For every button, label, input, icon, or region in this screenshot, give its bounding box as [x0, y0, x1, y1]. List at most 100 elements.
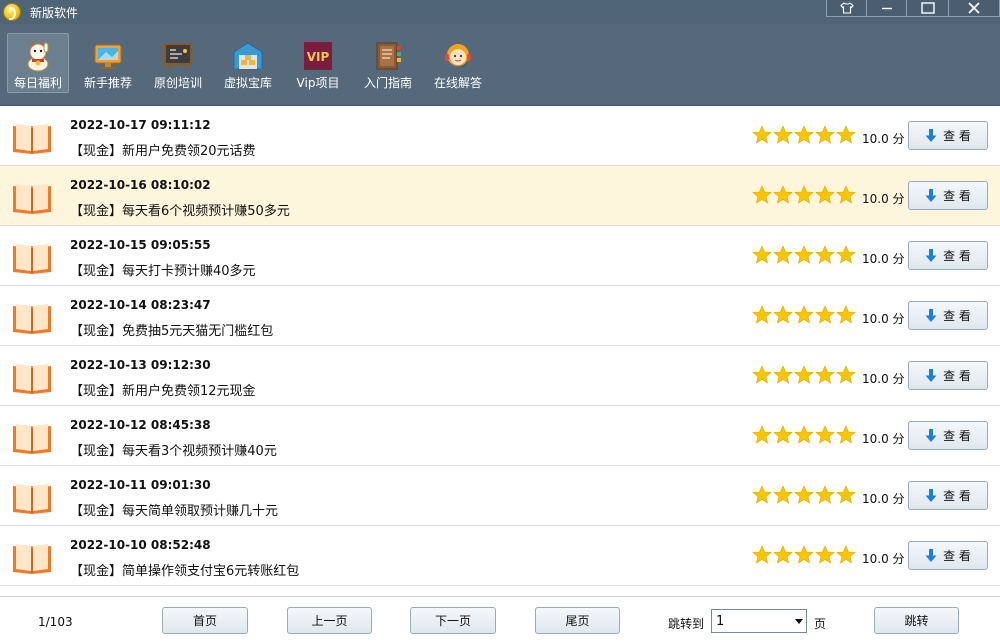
open-book-icon — [13, 424, 51, 454]
view-button-label: 查 看 — [943, 489, 971, 503]
first-page-button[interactable]: 首页 — [162, 607, 248, 634]
prev-page-button[interactable]: 上一页 — [287, 607, 372, 634]
item-score: 10.0 分 — [862, 252, 905, 266]
download-arrow-icon — [925, 128, 937, 142]
item-score: 10.0 分 — [862, 432, 905, 446]
star-icon — [794, 245, 814, 264]
page-unit-label: 页 — [814, 617, 827, 631]
view-button[interactable]: 查 看 — [908, 541, 988, 570]
rating-stars — [752, 485, 856, 507]
item-title: 【现金】简单操作领支付宝6元转账红包 — [70, 564, 300, 579]
star-icon — [752, 245, 772, 264]
download-arrow-icon — [925, 428, 937, 442]
toolbar-label: 原创培训 — [153, 76, 202, 90]
list-item[interactable]: 2022-10-16 08:10:02 【现金】每天看6个视频预计赚50多元 10.… — [0, 166, 1000, 226]
item-score: 10.0 分 — [862, 192, 905, 206]
maximize-icon — [920, 2, 935, 14]
view-button[interactable]: 查 看 — [908, 361, 988, 390]
tab-getting-started[interactable]: 入门指南 — [357, 34, 419, 92]
main-toolbar: 每日福利 新手推荐 原创培训 虚拟宝库 VIP Vip项目 入门指南 在线解答 — [0, 24, 1000, 106]
item-title: 【现金】免费抽5元天猫无门槛红包 — [70, 324, 274, 339]
star-icon — [836, 545, 856, 564]
open-book-icon — [13, 304, 51, 334]
star-icon — [815, 365, 835, 384]
shirt-icon — [839, 2, 854, 14]
star-icon — [836, 425, 856, 444]
tab-online-answers[interactable]: 在线解答 — [427, 34, 489, 92]
item-title: 【现金】每天简单领取预计赚几十元 — [70, 504, 279, 519]
star-icon — [794, 425, 814, 444]
view-button[interactable]: 查 看 — [908, 481, 988, 510]
star-icon — [752, 485, 772, 504]
list-item[interactable]: 2022-10-15 09:05:55 【现金】每天打卡预计赚40多元 10.0 分… — [0, 226, 1000, 286]
view-button-label: 查 看 — [943, 369, 971, 383]
star-icon — [752, 545, 772, 564]
star-icon — [773, 305, 793, 324]
toolbar-label: 入门指南 — [363, 76, 412, 90]
jump-button[interactable]: 跳转 — [874, 607, 959, 634]
next-page-button[interactable]: 下一页 — [410, 607, 496, 634]
jump-page-select[interactable]: 1 — [711, 609, 807, 633]
star-icon — [773, 545, 793, 564]
support-agent-icon — [442, 40, 474, 72]
star-icon — [773, 425, 793, 444]
last-page-button[interactable]: 尾页 — [535, 607, 620, 634]
list-item[interactable]: 2022-10-13 09:12:30 【现金】新用户免费领12元现金 10.0 分… — [0, 346, 1000, 406]
open-book-icon — [13, 184, 51, 214]
tab-beginner-recommend[interactable]: 新手推荐 — [77, 34, 139, 92]
close-icon — [967, 1, 981, 15]
open-book-icon — [13, 544, 51, 574]
window-title: 新版软件 — [30, 6, 79, 20]
item-date: 2022-10-11 09:01:30 — [70, 478, 211, 492]
blackboard-icon — [162, 40, 194, 72]
item-title: 【现金】新用户免费领12元现金 — [70, 384, 256, 399]
rating-stars — [752, 545, 856, 567]
title-bar: 新版软件 — [0, 0, 1000, 24]
app-logo-icon — [3, 3, 21, 21]
tab-original-training[interactable]: 原创培训 — [147, 34, 209, 92]
toolbar-label: 每日福利 — [13, 76, 62, 90]
view-button[interactable]: 查 看 — [908, 421, 988, 450]
view-button[interactable]: 查 看 — [908, 301, 988, 330]
star-icon — [794, 365, 814, 384]
view-button[interactable]: 查 看 — [908, 121, 988, 150]
star-icon — [836, 125, 856, 144]
pagination-bar: 1/103 首页 上一页 下一页 尾页 跳转到 1 页 跳转 — [0, 596, 1000, 644]
list-item[interactable]: 2022-10-14 08:23:47 【现金】免费抽5元天猫无门槛红包 10.0 … — [0, 286, 1000, 346]
view-button[interactable]: 查 看 — [908, 181, 988, 210]
download-arrow-icon — [925, 248, 937, 262]
star-icon — [836, 185, 856, 204]
star-icon — [773, 485, 793, 504]
star-icon — [794, 545, 814, 564]
view-button-label: 查 看 — [943, 429, 971, 443]
item-title: 【现金】新用户免费领20元话费 — [70, 144, 256, 159]
skin-button[interactable] — [826, 0, 867, 17]
close-button[interactable] — [948, 0, 1000, 17]
star-icon — [752, 425, 772, 444]
download-arrow-icon — [925, 368, 937, 382]
maximize-button[interactable] — [906, 0, 949, 17]
view-button[interactable]: 查 看 — [908, 241, 988, 270]
toolbar-label: 虚拟宝库 — [223, 76, 272, 90]
tab-virtual-treasury[interactable]: 虚拟宝库 — [217, 34, 279, 92]
star-icon — [773, 185, 793, 204]
tab-daily-welfare[interactable]: 每日福利 — [7, 33, 69, 93]
jump-page-value: 1 — [716, 614, 725, 629]
view-button-label: 查 看 — [943, 129, 971, 143]
list-item[interactable]: 2022-10-10 08:52:48 【现金】简单操作领支付宝6元转账红包 10.… — [0, 526, 1000, 586]
item-date: 2022-10-16 08:10:02 — [70, 178, 211, 192]
star-icon — [815, 185, 835, 204]
list-item[interactable]: 2022-10-12 08:45:38 【现金】每天看3个视频预计赚40元 10.0… — [0, 406, 1000, 466]
list-item[interactable]: 2022-10-17 09:11:12 【现金】新用户免费领20元话费 10.0 分… — [0, 106, 1000, 166]
item-title: 【现金】每天看3个视频预计赚40元 — [70, 444, 277, 459]
tab-vip-projects[interactable]: VIP Vip项目 — [287, 34, 349, 92]
list-item[interactable]: 2022-10-11 09:01:30 【现金】每天简单领取预计赚几十元 10.0 … — [0, 466, 1000, 526]
star-icon — [752, 365, 772, 384]
rating-stars — [752, 245, 856, 267]
monitor-icon — [92, 40, 124, 72]
item-date: 2022-10-10 08:52:48 — [70, 538, 211, 552]
item-score: 10.0 分 — [862, 552, 905, 566]
view-button-label: 查 看 — [943, 249, 971, 263]
minimize-button[interactable] — [866, 0, 907, 17]
rating-stars — [752, 305, 856, 327]
